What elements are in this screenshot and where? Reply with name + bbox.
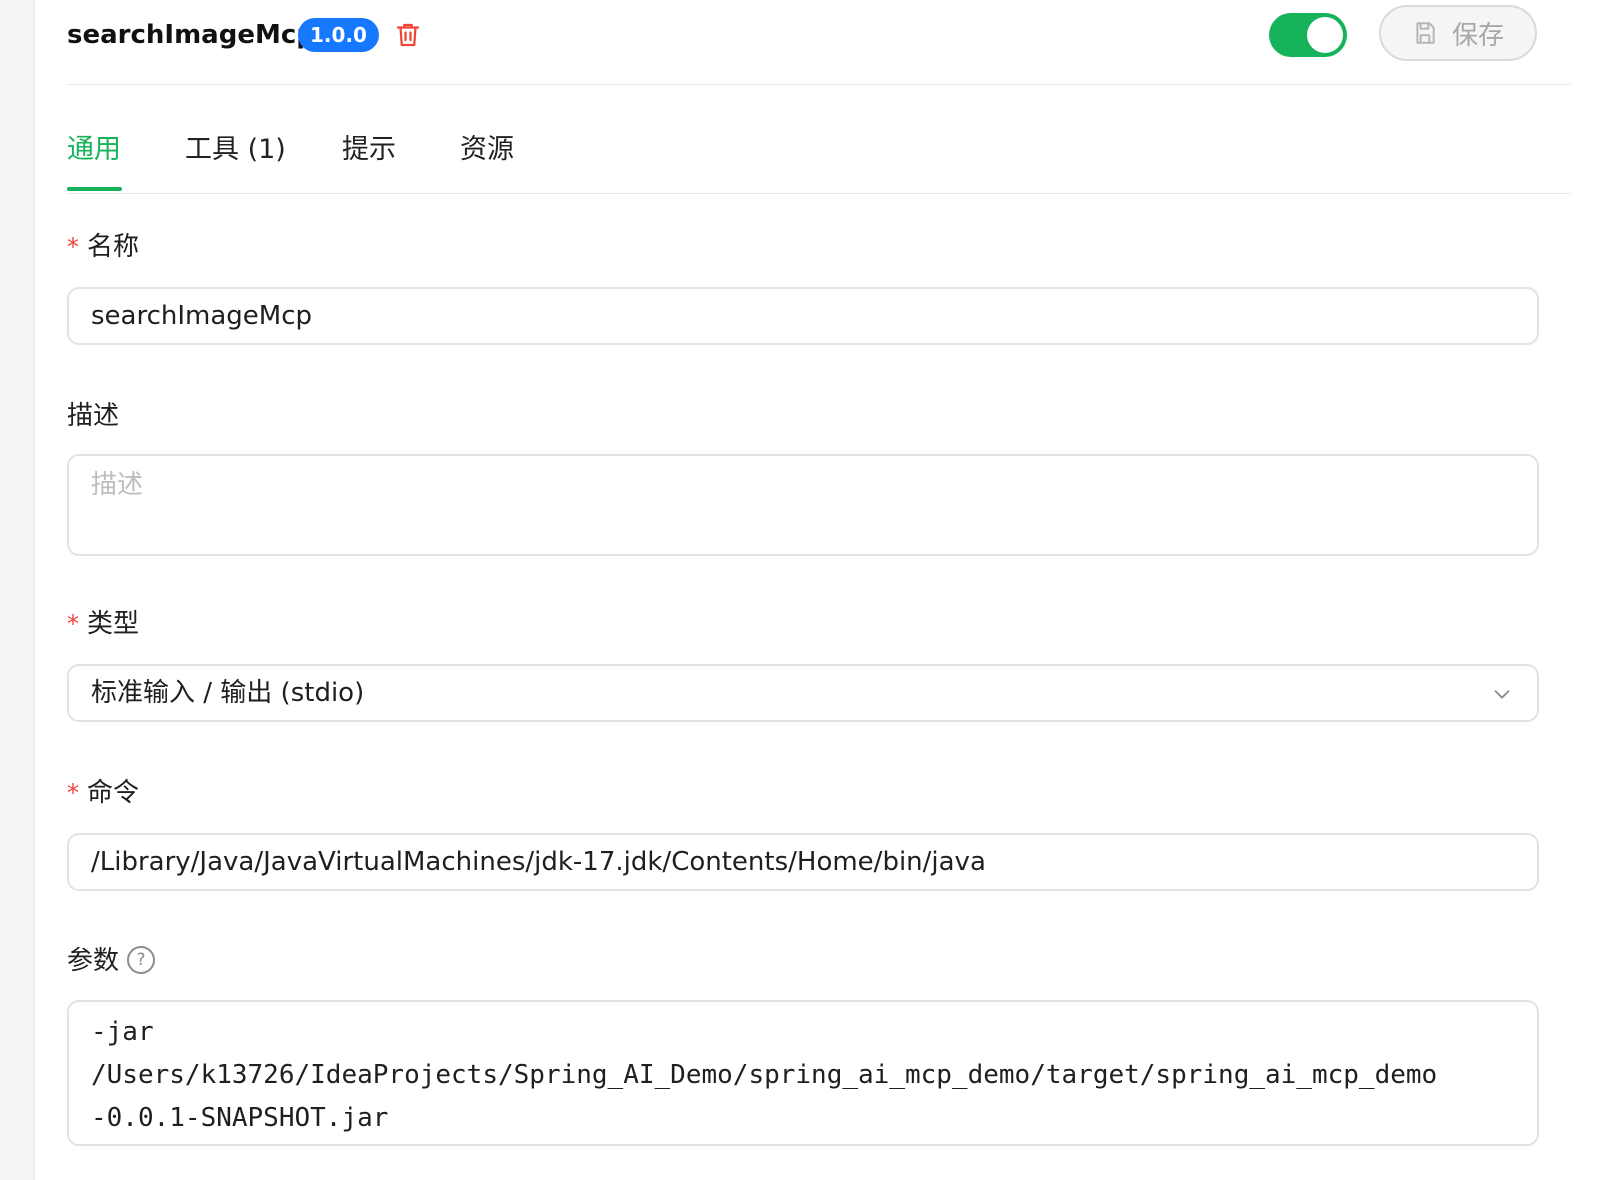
help-icon[interactable]: ? (127, 945, 156, 974)
args-label-text: 参数 (67, 946, 120, 976)
args-label: 参数? (67, 943, 156, 979)
version-badge: 1.0.0 (298, 18, 379, 52)
type-select[interactable]: 标准输入 / 输出 (stdio) (67, 664, 1539, 722)
toggle-knob (1307, 17, 1343, 53)
header: searchImageMcp 1.0.0 保存 (67, 0, 1571, 85)
tab-resources[interactable]: 资源 (460, 130, 514, 170)
active-tab-indicator (67, 187, 122, 191)
trash-icon (396, 23, 420, 47)
args-line: -0.0.1-SNAPSHOT.jar (91, 1103, 389, 1133)
type-label-text: 类型 (87, 609, 140, 639)
tab-tools[interactable]: 工具 (1) (185, 130, 286, 170)
type-label: * 类型 (67, 606, 139, 642)
args-line: /Users/k13726/IdeaProjects/Spring_AI_Dem… (91, 1060, 1438, 1090)
tab-prompts-label: 提示 (342, 134, 396, 165)
command-label: * 命令 (67, 775, 139, 811)
chevron-down-icon (1494, 690, 1510, 699)
save-icon (1416, 22, 1435, 44)
name-label-text: 名称 (87, 232, 140, 262)
save-button-label: 保存 (1451, 20, 1504, 51)
tab-tools-label: 工具 (1) (185, 134, 286, 165)
type-select-value: 标准输入 / 输出 (stdio) (91, 678, 365, 708)
required-marker: * (67, 779, 79, 807)
name-label: * 名称 (67, 229, 139, 265)
delete-button[interactable] (393, 20, 423, 50)
name-input[interactable]: searchImageMcp (67, 287, 1539, 345)
tab-prompts[interactable]: 提示 (342, 130, 396, 170)
command-input[interactable]: /Library/Java/JavaVirtualMachines/jdk-17… (67, 833, 1539, 891)
command-label-text: 命令 (87, 778, 140, 808)
tab-bar: 通用 工具 (1) 提示 资源 (67, 112, 1571, 194)
required-marker: * (67, 610, 79, 638)
server-title: searchImageMcp (67, 20, 315, 50)
server-detail-panel: searchImageMcp 1.0.0 保存 通用 工具 (1) 提示 资源 … (34, 0, 1598, 1180)
required-marker: * (67, 233, 79, 261)
description-textarea[interactable]: 描述 (67, 454, 1539, 556)
tab-resources-label: 资源 (460, 134, 514, 165)
description-label: 描述 (67, 401, 120, 431)
args-textarea[interactable]: -jar/Users/k13726/IdeaProjects/Spring_AI… (67, 1000, 1539, 1146)
tab-general-label: 通用 (67, 134, 121, 165)
description-placeholder: 描述 (91, 470, 144, 500)
enable-toggle[interactable] (1269, 13, 1347, 57)
tab-general[interactable]: 通用 (67, 130, 122, 191)
save-button[interactable]: 保存 (1379, 5, 1537, 61)
args-line: -jar (91, 1017, 154, 1047)
